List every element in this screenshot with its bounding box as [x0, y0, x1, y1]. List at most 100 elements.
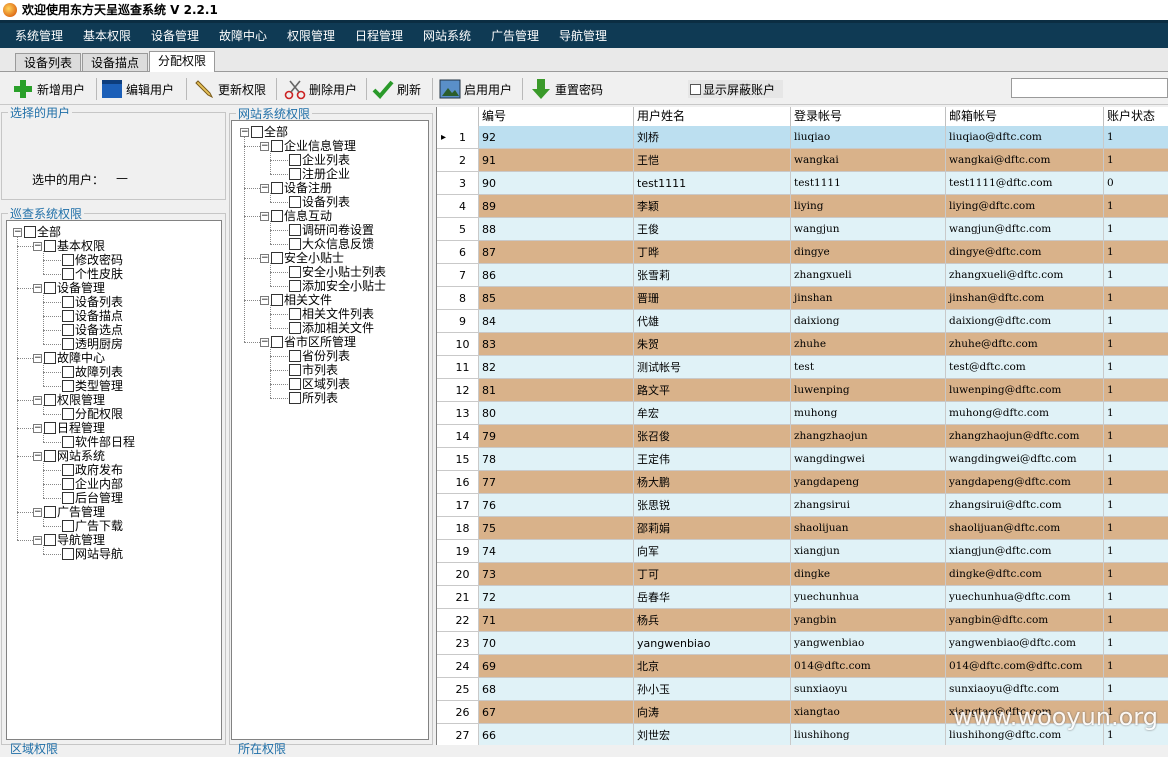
row-header[interactable]: 2: [437, 149, 479, 172]
collapse-toggle-icon[interactable]: −: [33, 241, 42, 251]
row-header[interactable]: 12: [437, 379, 479, 402]
row-header[interactable]: 8: [437, 287, 479, 310]
tree-checkbox[interactable]: [271, 336, 283, 348]
tree-node-leaf[interactable]: 设备选点: [62, 323, 123, 337]
row-header[interactable]: 22: [437, 609, 479, 632]
tree-node-root[interactable]: − 全部: [240, 125, 288, 139]
tree-node-leaf[interactable]: 设备描点: [62, 309, 123, 323]
tree-checkbox[interactable]: [251, 126, 263, 138]
table-row[interactable]: 2 91 王恺 wangkai wangkai@dftc.com 1: [437, 149, 1168, 172]
tree-node-leaf[interactable]: 企业列表: [289, 153, 350, 167]
menu-item-navigation[interactable]: 导航管理: [559, 27, 607, 44]
row-header[interactable]: 17: [437, 494, 479, 517]
table-row[interactable]: 12 81 路文平 luwenping luwenping@dftc.com 1: [437, 379, 1168, 402]
menu-item-schedule[interactable]: 日程管理: [355, 27, 403, 44]
tree-checkbox[interactable]: [62, 464, 74, 476]
collapse-toggle-icon[interactable]: −: [260, 211, 269, 221]
table-row[interactable]: 23 70 yangwenbiao yangwenbiao yangwenbiao@df…: [437, 632, 1168, 655]
tree-checkbox[interactable]: [62, 478, 74, 490]
tree-checkbox[interactable]: [289, 238, 301, 250]
row-header[interactable]: 18: [437, 517, 479, 540]
table-row[interactable]: 20 73 丁可 dingke dingke@dftc.com 1: [437, 563, 1168, 586]
tree-checkbox[interactable]: [62, 520, 74, 532]
tree-node-leaf[interactable]: 注册企业: [289, 167, 350, 181]
tree-checkbox[interactable]: [24, 226, 36, 238]
tree-node-leaf[interactable]: 分配权限: [62, 407, 123, 421]
tree-checkbox[interactable]: [62, 436, 74, 448]
collapse-toggle-icon[interactable]: −: [33, 451, 42, 461]
row-header[interactable]: 24: [437, 655, 479, 678]
tree-checkbox[interactable]: [44, 394, 56, 406]
table-row[interactable]: 7 86 张雪莉 zhangxueli zhangxueli@dftc.com 1: [437, 264, 1168, 287]
tab-assign-permission[interactable]: 分配权限: [149, 51, 215, 72]
tree-checkbox[interactable]: [44, 352, 56, 364]
tree-checkbox[interactable]: [44, 506, 56, 518]
web-permission-tree[interactable]: − 全部 − 企业信息管理 企业列表 注册企业 − 设备注册 设备列表 − 信息互动 调研问卷设置 大众…: [231, 120, 429, 740]
tree-checkbox[interactable]: [62, 492, 74, 504]
table-row[interactable]: 13 80 牟宏 muhong muhong@dftc.com 1: [437, 402, 1168, 425]
tree-checkbox[interactable]: [271, 252, 283, 264]
tree-node-leaf[interactable]: 透明厨房: [62, 337, 123, 351]
tree-node-leaf[interactable]: 网站导航: [62, 547, 123, 561]
collapse-toggle-icon[interactable]: −: [260, 337, 269, 347]
tree-checkbox[interactable]: [44, 240, 56, 252]
tree-node-root[interactable]: − 全部: [13, 225, 61, 239]
tree-node-leaf[interactable]: 省份列表: [289, 349, 350, 363]
checkbox-box[interactable]: [690, 83, 701, 95]
tab-device-list[interactable]: 设备列表: [15, 53, 81, 71]
tree-checkbox[interactable]: [271, 210, 283, 222]
tree-node-leaf[interactable]: 设备列表: [289, 195, 350, 209]
column-header-login[interactable]: 登录帐号: [791, 107, 946, 126]
tab-device-mark[interactable]: 设备描点: [82, 53, 148, 71]
row-header[interactable]: 15: [437, 448, 479, 471]
tree-node-leaf[interactable]: 大众信息反馈: [289, 237, 374, 251]
tree-checkbox[interactable]: [62, 548, 74, 560]
row-header[interactable]: 3: [437, 172, 479, 195]
update-permission-button[interactable]: 更新权限: [193, 77, 266, 101]
show-hidden-accounts-checkbox[interactable]: 显示屏蔽账户: [688, 80, 784, 98]
tree-node-leaf[interactable]: 修改密码: [62, 253, 123, 267]
collapse-toggle-icon[interactable]: −: [240, 127, 249, 137]
collapse-toggle-icon[interactable]: −: [33, 423, 42, 433]
table-row[interactable]: 21 72 岳春华 yuechunhua yuechunhua@dftc.com 1: [437, 586, 1168, 609]
collapse-toggle-icon[interactable]: −: [33, 283, 42, 293]
tree-node-group[interactable]: − 企业信息管理: [260, 139, 356, 153]
column-header-status[interactable]: 账户状态: [1104, 107, 1168, 126]
tree-checkbox[interactable]: [289, 378, 301, 390]
enable-user-button[interactable]: 启用用户: [439, 77, 512, 101]
table-row[interactable]: 17 76 张思锐 zhangsirui zhangsirui@dftc.com 1: [437, 494, 1168, 517]
tree-node-leaf[interactable]: 个性皮肤: [62, 267, 123, 281]
row-header[interactable]: 25: [437, 678, 479, 701]
menu-item-device[interactable]: 设备管理: [151, 27, 199, 44]
tree-checkbox[interactable]: [289, 266, 301, 278]
row-header[interactable]: ▸ 1: [437, 126, 479, 149]
tree-checkbox[interactable]: [62, 324, 74, 336]
collapse-toggle-icon[interactable]: −: [33, 507, 42, 517]
tree-checkbox[interactable]: [289, 154, 301, 166]
table-row[interactable]: 9 84 代雄 daixiong daixiong@dftc.com 1: [437, 310, 1168, 333]
tree-checkbox[interactable]: [62, 408, 74, 420]
table-row[interactable]: 25 68 孙小玉 sunxiaoyu sunxiaoyu@dftc.com 1: [437, 678, 1168, 701]
row-header[interactable]: 9: [437, 310, 479, 333]
row-header[interactable]: 14: [437, 425, 479, 448]
tree-checkbox[interactable]: [271, 294, 283, 306]
row-header[interactable]: 6: [437, 241, 479, 264]
tree-checkbox[interactable]: [62, 380, 74, 392]
tree-node-leaf[interactable]: 添加安全小贴士: [289, 279, 386, 293]
tree-node-leaf[interactable]: 市列表: [289, 363, 338, 377]
row-header[interactable]: 16: [437, 471, 479, 494]
row-header[interactable]: 19: [437, 540, 479, 563]
tree-checkbox[interactable]: [62, 296, 74, 308]
column-header-id[interactable]: 编号: [479, 107, 634, 126]
menu-item-system[interactable]: 系统管理: [15, 27, 63, 44]
tree-checkbox[interactable]: [289, 280, 301, 292]
table-row[interactable]: 24 69 北京 014@dftc.com 014@dftc.com@dftc.com 1: [437, 655, 1168, 678]
row-header[interactable]: 21: [437, 586, 479, 609]
row-header[interactable]: 13: [437, 402, 479, 425]
tree-node-leaf[interactable]: 相关文件列表: [289, 307, 374, 321]
collapse-toggle-icon[interactable]: −: [13, 227, 22, 237]
collapse-toggle-icon[interactable]: −: [260, 141, 269, 151]
add-user-button[interactable]: 新增用户: [12, 77, 85, 101]
column-header-name[interactable]: 用户姓名: [634, 107, 791, 126]
tree-node-leaf[interactable]: 设备列表: [62, 295, 123, 309]
